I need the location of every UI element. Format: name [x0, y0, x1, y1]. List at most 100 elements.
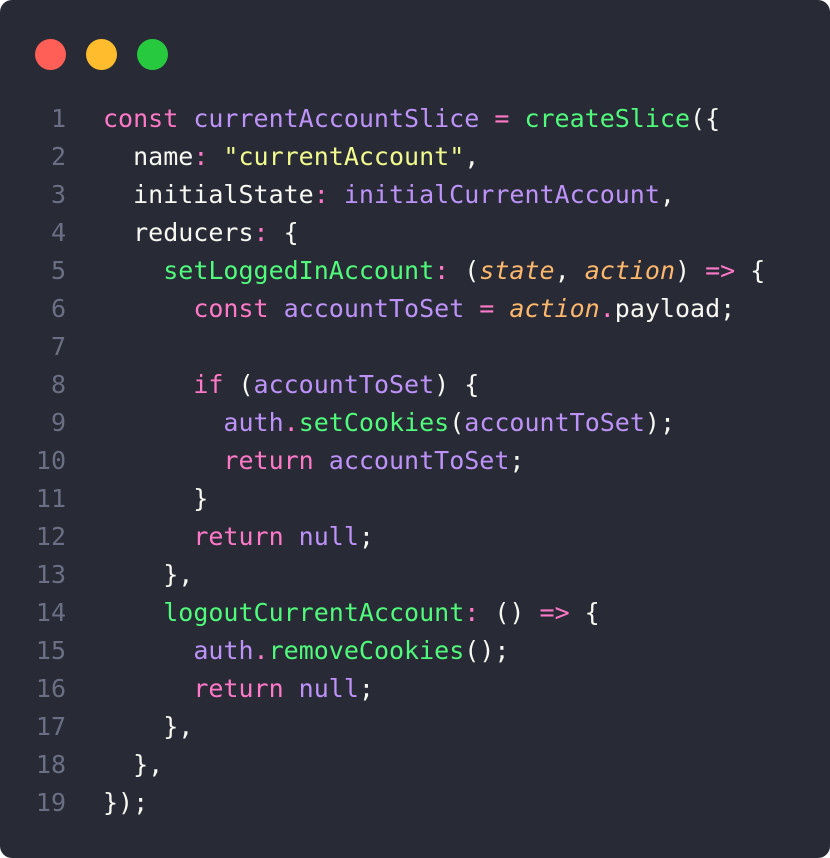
- code-token-plain: name: [103, 142, 194, 171]
- line-source: reducers: {: [103, 214, 299, 252]
- code-token-plain: {: [735, 256, 766, 285]
- line-source: name: "currentAccount",: [103, 138, 479, 176]
- line-number: 1: [50, 104, 66, 133]
- code-token-keyword: const: [193, 294, 284, 323]
- line-number: 9: [50, 408, 66, 437]
- code-token-plain: }: [103, 484, 209, 513]
- code-token-function: removeCookies: [268, 636, 465, 665]
- code-token-plain: ;: [358, 522, 374, 551]
- line-source: },: [103, 746, 163, 784]
- line-number: 15: [35, 636, 66, 665]
- code-line: 12 return null;: [0, 518, 765, 556]
- code-token-param: action: [509, 294, 600, 323]
- line-number: 10: [35, 446, 66, 475]
- code-token-plain: });: [103, 788, 149, 817]
- line-number: 19: [35, 788, 66, 817]
- line-source: }: [103, 480, 208, 518]
- code-token-identifier: accountToSet: [253, 370, 435, 399]
- code-token-keyword: const: [103, 104, 194, 133]
- code-token-plain: );: [644, 408, 676, 437]
- code-token-plain: ): [675, 256, 706, 285]
- code-block: 1 const currentAccountSlice = createSlice…: [0, 100, 765, 822]
- code-token-plain: ,: [659, 180, 675, 209]
- code-line: 7: [0, 328, 765, 366]
- code-token-identifier: null: [298, 522, 359, 551]
- code-token-identifier: currentAccountSlice: [193, 104, 480, 133]
- code-line: 18 },: [0, 746, 765, 784]
- code-line: 14 logoutCurrentAccount: () => {: [0, 594, 765, 632]
- code-token-plain: ;: [358, 674, 374, 703]
- code-line: 19});: [0, 784, 765, 822]
- code-line: 1 const currentAccountSlice = createSlice…: [0, 100, 765, 138]
- code-token-plain: (: [464, 256, 480, 285]
- line-number: 4: [50, 218, 66, 247]
- line-number: 2: [50, 142, 66, 171]
- close-dot-icon[interactable]: [35, 39, 66, 70]
- code-token-function: setLoggedInAccount: [163, 256, 435, 285]
- line-source: return null;: [103, 518, 374, 556]
- line-source: const currentAccountSlice = createSlice(…: [103, 100, 720, 138]
- line-source: const accountToSet = action.payload;: [103, 290, 735, 328]
- code-token-keyword: :: [464, 598, 495, 627]
- code-line: 2 name: "currentAccount",: [0, 138, 765, 176]
- code-line: 8 if (accountToSet) {: [0, 366, 765, 404]
- code-token-identifier: accountToSet: [464, 408, 645, 437]
- code-token-keyword: :: [193, 142, 224, 171]
- code-token-keyword: =: [464, 294, 510, 323]
- line-source: if (accountToSet) {: [103, 366, 479, 404]
- code-line: 17 },: [0, 708, 765, 746]
- line-number: 6: [50, 294, 66, 323]
- line-source: auth.removeCookies();: [103, 632, 509, 670]
- window-controls: [35, 39, 168, 70]
- code-line: 5 setLoggedInAccount: (state, action) =>…: [0, 252, 765, 290]
- code-token-plain: {: [569, 598, 600, 627]
- code-window: 1 const currentAccountSlice = createSlice…: [0, 0, 830, 858]
- code-token-keyword: .: [253, 636, 269, 665]
- code-line: 16 return null;: [0, 670, 765, 708]
- code-token-plain: ,: [554, 256, 585, 285]
- code-token-plain: initialState: [103, 180, 314, 209]
- code-token-param: state: [479, 256, 555, 285]
- code-token-function: setCookies: [298, 408, 450, 437]
- code-token-keyword: :: [434, 256, 465, 285]
- code-token-function: createSlice: [524, 104, 691, 133]
- line-number: 12: [35, 522, 66, 551]
- code-token-keyword: =>: [705, 256, 736, 285]
- maximize-dot-icon[interactable]: [137, 39, 168, 70]
- line-number: 14: [35, 598, 66, 627]
- code-token-plain: (: [238, 370, 254, 399]
- line-source: initialState: initialCurrentAccount,: [103, 176, 675, 214]
- code-token-function: logoutCurrentAccount: [163, 598, 465, 627]
- code-line: 11 }: [0, 480, 765, 518]
- line-source: auth.setCookies(accountToSet);: [103, 404, 675, 442]
- line-number: 13: [35, 560, 66, 589]
- code-token-plain: reducers: [103, 218, 254, 247]
- code-token-keyword: :: [253, 218, 284, 247]
- code-token-plain: },: [103, 560, 194, 589]
- code-token-identifier: auth: [193, 636, 254, 665]
- code-token-plain: ;: [509, 446, 525, 475]
- code-line: 10 return accountToSet;: [0, 442, 765, 480]
- line-number: 7: [50, 332, 66, 361]
- code-token-keyword: =: [479, 104, 525, 133]
- line-number: 8: [50, 370, 66, 399]
- line-source: return null;: [103, 670, 374, 708]
- minimize-dot-icon[interactable]: [86, 39, 117, 70]
- line-number: 5: [50, 256, 66, 285]
- code-token-keyword: .: [283, 408, 299, 437]
- code-token-keyword: return: [193, 522, 299, 551]
- code-token-plain: ();: [464, 636, 510, 665]
- code-token-plain: {: [283, 218, 299, 247]
- code-token-keyword: =>: [539, 598, 570, 627]
- code-token-keyword: :: [313, 180, 344, 209]
- code-token-plain: ) {: [434, 370, 480, 399]
- code-token-keyword: return: [223, 446, 329, 475]
- code-token-plain: ({: [690, 104, 721, 133]
